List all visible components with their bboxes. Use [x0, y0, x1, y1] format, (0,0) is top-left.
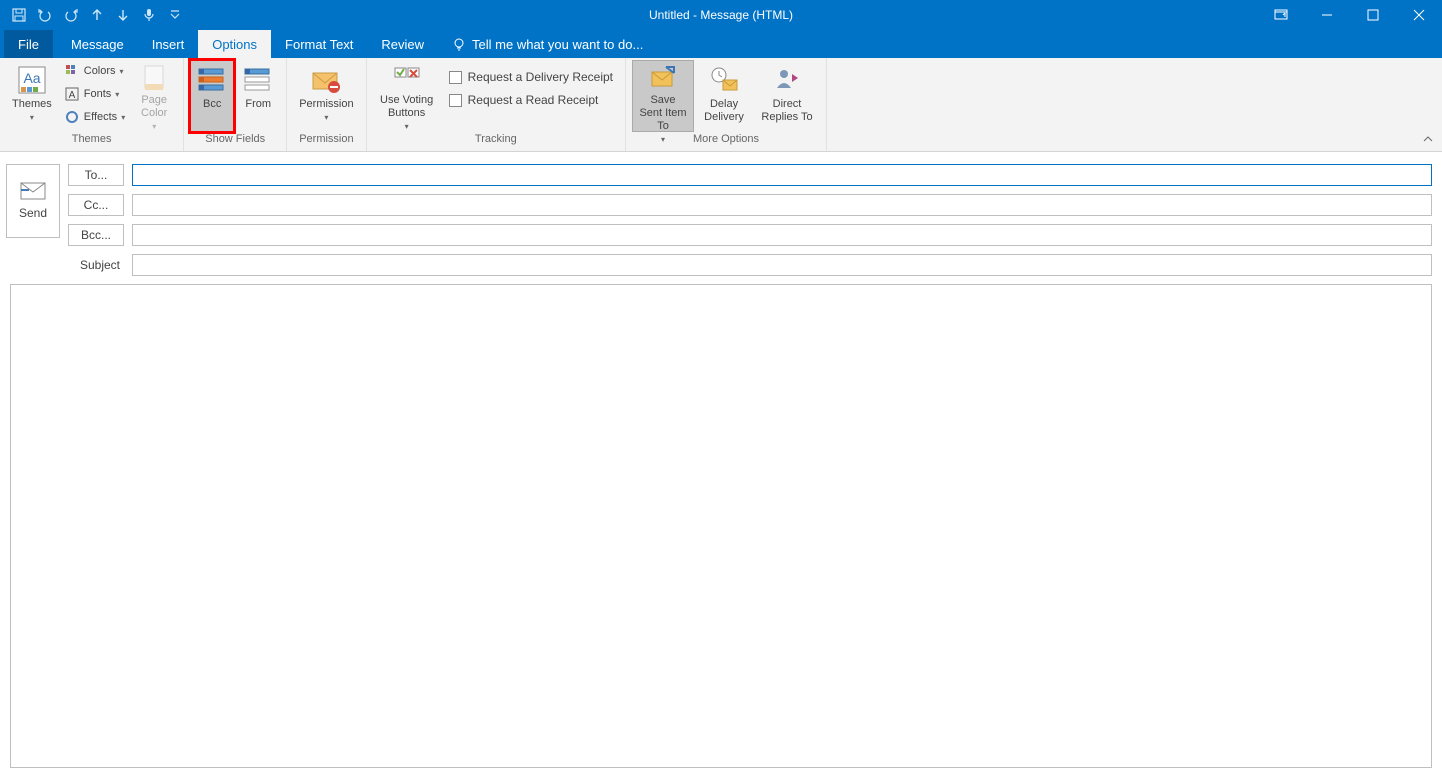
group-tracking: Use Voting Buttons ▾ Request a Delivery R…: [367, 58, 626, 151]
undo-icon[interactable]: [34, 4, 56, 26]
chevron-down-icon: ▾: [115, 90, 119, 99]
send-label: Send: [19, 206, 47, 220]
send-icon: [20, 182, 46, 200]
bcc-input[interactable]: [132, 224, 1432, 246]
close-icon[interactable]: [1396, 0, 1442, 30]
window-controls: [1258, 0, 1442, 30]
cc-input[interactable]: [132, 194, 1432, 216]
svg-text:A: A: [68, 90, 75, 101]
delay-delivery-button[interactable]: Delay Delivery: [696, 60, 752, 132]
group-label-permission: Permission: [293, 133, 359, 151]
ribbon-tabs: File Message Insert Options Format Text …: [0, 30, 1442, 58]
themes-button[interactable]: Aa Themes ▾: [6, 60, 58, 132]
bcc-field-button[interactable]: Bcc...: [68, 224, 124, 246]
bcc-button[interactable]: Bcc: [190, 60, 234, 132]
group-label-tracking: Tracking: [373, 133, 619, 151]
maximize-icon[interactable]: [1350, 0, 1396, 30]
tell-me-search[interactable]: Tell me what you want to do...: [438, 30, 643, 58]
from-icon: [242, 64, 274, 96]
redo-icon[interactable]: [60, 4, 82, 26]
group-more-options: Save Sent Item To▾ Delay Delivery Direct…: [626, 58, 827, 151]
bcc-icon: [196, 64, 228, 96]
ribbon: Aa Themes ▾ Colors▾ AFonts▾ Effects▾ Page…: [0, 58, 1442, 152]
minimize-icon[interactable]: [1304, 0, 1350, 30]
quick-access-toolbar: [0, 4, 186, 26]
save-icon[interactable]: [8, 4, 30, 26]
save-sent-label: Save Sent Item To: [638, 94, 688, 133]
permission-label: Permission: [299, 98, 353, 110]
to-input[interactable]: [132, 164, 1432, 186]
save-sent-icon: [647, 64, 679, 92]
tell-me-label: Tell me what you want to do...: [472, 37, 643, 52]
checkbox-icon: [449, 71, 462, 84]
subject-label: Subject: [68, 258, 124, 272]
themes-icon: Aa: [16, 64, 48, 96]
voting-label: Use Voting Buttons: [379, 94, 435, 120]
compose-header: Send To... Cc... Bcc... Subject: [0, 152, 1442, 284]
group-show-fields: Bcc From Show Fields: [184, 58, 287, 151]
chevron-down-icon: ▾: [405, 122, 409, 131]
effects-icon: [64, 109, 80, 125]
group-label-show-fields: Show Fields: [190, 133, 280, 151]
qat-customize-icon[interactable]: [164, 4, 186, 26]
direct-replies-label: Direct Replies To: [760, 98, 814, 124]
tab-file[interactable]: File: [4, 30, 53, 58]
send-button[interactable]: Send: [6, 164, 60, 238]
ribbon-display-options-icon[interactable]: [1258, 0, 1304, 30]
tab-insert[interactable]: Insert: [138, 30, 199, 58]
page-color-button: Page Color▾: [131, 60, 177, 132]
tab-options[interactable]: Options: [198, 30, 271, 58]
chevron-down-icon: ▾: [152, 122, 156, 131]
colors-button[interactable]: Colors▾: [60, 60, 129, 82]
page-color-icon: [138, 64, 170, 92]
checkbox-icon: [449, 94, 462, 107]
chevron-down-icon: ▾: [30, 113, 34, 122]
tab-review[interactable]: Review: [367, 30, 438, 58]
tab-message[interactable]: Message: [57, 30, 138, 58]
title-bar: Untitled - Message (HTML): [0, 0, 1442, 30]
voting-buttons-button[interactable]: Use Voting Buttons ▾: [373, 60, 441, 132]
subject-input[interactable]: [132, 254, 1432, 276]
effects-button[interactable]: Effects▾: [60, 106, 129, 128]
group-label-themes: Themes: [6, 133, 177, 151]
read-receipt-checkbox[interactable]: Request a Read Receipt: [443, 89, 619, 111]
direct-replies-icon: [771, 64, 803, 96]
themes-label: Themes: [12, 98, 52, 110]
bcc-label: Bcc: [203, 98, 221, 111]
from-label: From: [245, 98, 271, 111]
collapse-ribbon-icon[interactable]: [1422, 133, 1436, 147]
delay-label: Delay Delivery: [702, 98, 746, 124]
group-themes: Aa Themes ▾ Colors▾ AFonts▾ Effects▾ Page…: [0, 58, 184, 151]
svg-text:Aa: Aa: [23, 70, 40, 86]
chevron-down-icon: ▾: [121, 113, 125, 122]
next-icon[interactable]: [112, 4, 134, 26]
direct-replies-button[interactable]: Direct Replies To: [754, 60, 820, 132]
fonts-button[interactable]: AFonts▾: [60, 83, 129, 105]
colors-icon: [64, 63, 80, 79]
message-body[interactable]: [10, 284, 1432, 768]
chevron-down-icon: ▾: [120, 67, 124, 76]
previous-icon[interactable]: [86, 4, 108, 26]
save-sent-item-button[interactable]: Save Sent Item To▾: [632, 60, 694, 132]
group-label-more-options: More Options: [632, 133, 820, 151]
chevron-down-icon: ▾: [324, 113, 328, 122]
fonts-icon: A: [64, 86, 80, 102]
to-button[interactable]: To...: [68, 164, 124, 186]
permission-button[interactable]: Permission ▾: [293, 60, 359, 132]
cc-button[interactable]: Cc...: [68, 194, 124, 216]
group-permission: Permission ▾ Permission: [287, 58, 366, 151]
from-button[interactable]: From: [236, 60, 280, 132]
voting-icon: [391, 64, 423, 92]
tab-format-text[interactable]: Format Text: [271, 30, 367, 58]
permission-icon: [310, 64, 342, 96]
delivery-receipt-checkbox[interactable]: Request a Delivery Receipt: [443, 66, 619, 88]
window-title: Untitled - Message (HTML): [649, 8, 793, 22]
microphone-icon[interactable]: [138, 4, 160, 26]
delay-icon: [708, 64, 740, 96]
bulb-icon: [452, 37, 466, 51]
